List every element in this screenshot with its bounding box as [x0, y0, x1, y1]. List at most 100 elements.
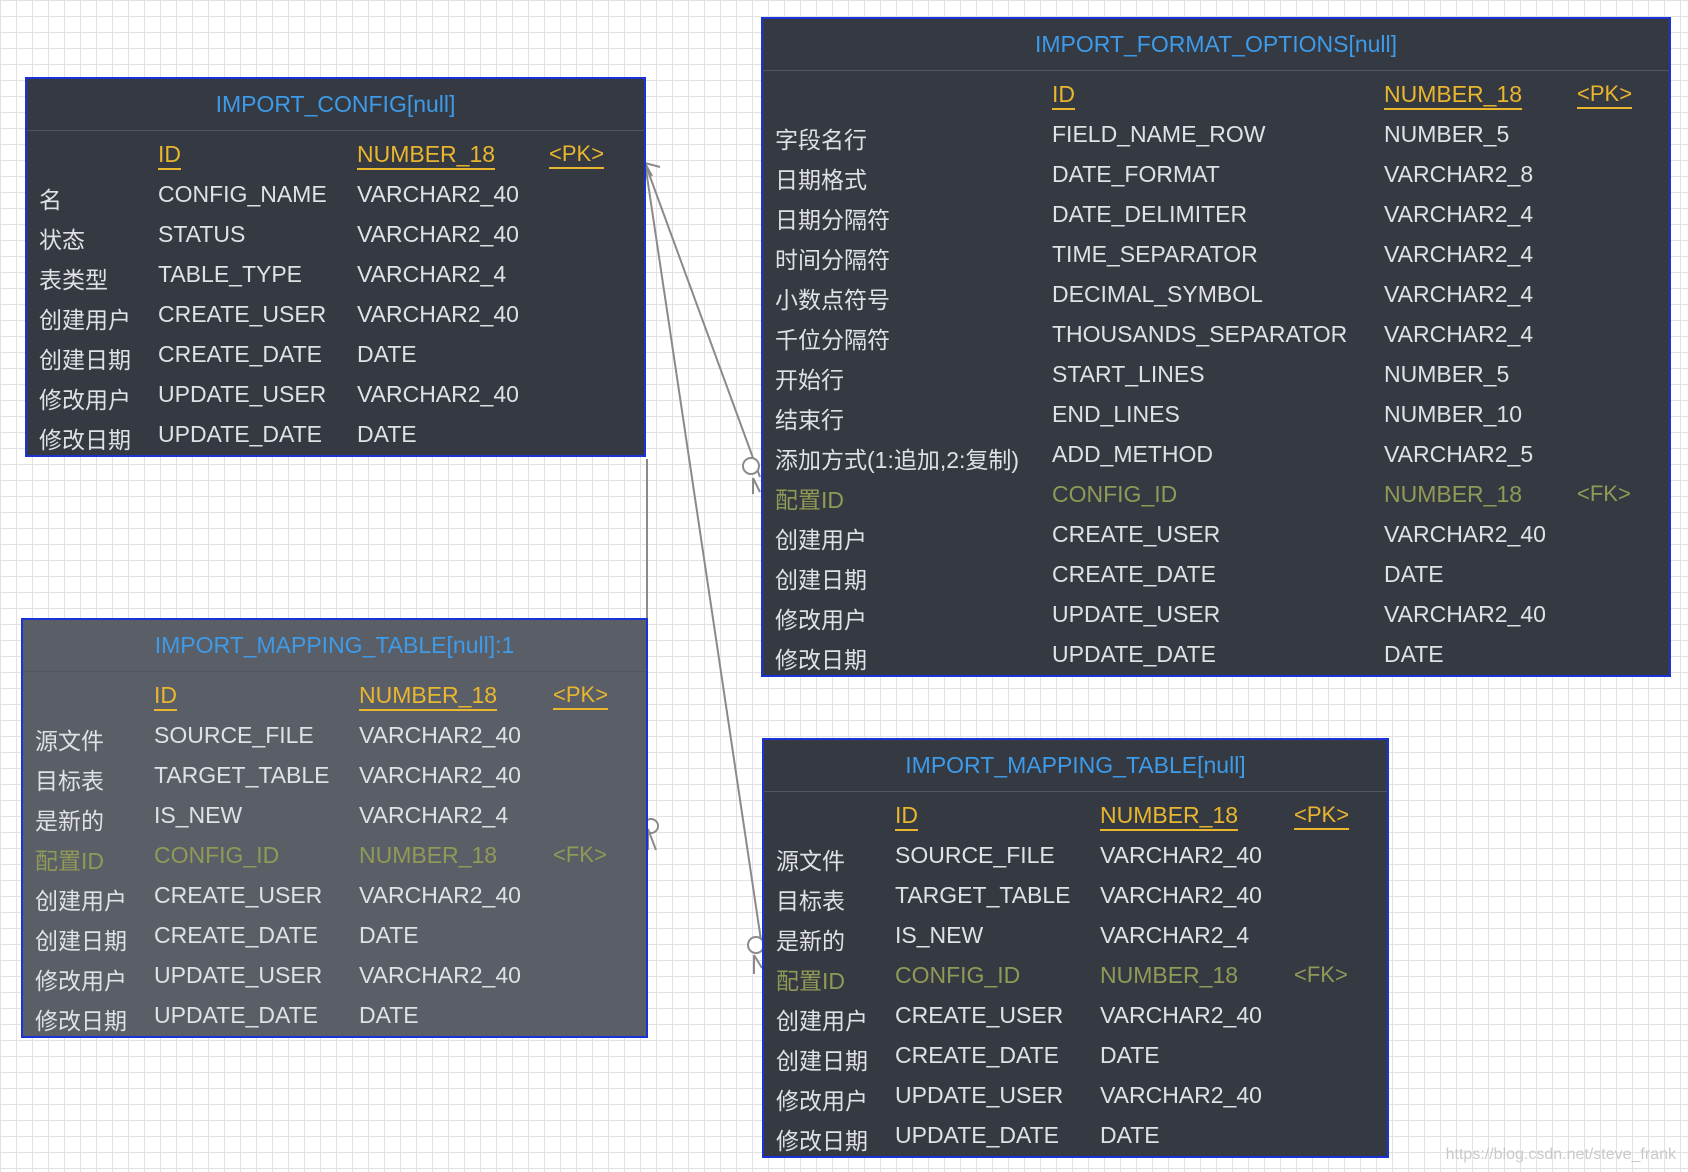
- column-row[interactable]: 修改用户 UPDATE_USER VARCHAR2_40: [23, 955, 646, 995]
- column-type: VARCHAR2_40: [359, 762, 521, 788]
- column-name: ID: [158, 141, 181, 167]
- column-name: ID: [895, 802, 918, 828]
- column-name: START_LINES: [1052, 361, 1205, 387]
- column-list: ID NUMBER_18 <PK> 源文件 SOURCE_FILE VARCHAR2_40…: [23, 672, 646, 1035]
- column-label: 字段名行: [775, 127, 867, 153]
- column-list: ID NUMBER_18 <PK> 源文件 SOURCE_FILE VARCHAR2_40…: [764, 792, 1387, 1155]
- column-row[interactable]: 日期分隔符 DATE_DELIMITER VARCHAR2_4: [763, 194, 1669, 234]
- column-type: NUMBER_18: [1100, 802, 1239, 828]
- entity-import-mapping-table[interactable]: IMPORT_MAPPING_TABLE[null] ID NUMBER_18 <PK…: [762, 738, 1389, 1158]
- column-name: UPDATE_DATE: [895, 1122, 1060, 1148]
- column-label: 修改用户: [776, 1088, 868, 1114]
- column-label: 修改日期: [35, 1008, 127, 1034]
- column-key: <PK>: [1577, 81, 1633, 106]
- column-row[interactable]: 千位分隔符 THOUSANDS_SEPARATOR VARCHAR2_4: [763, 314, 1669, 354]
- column-type: VARCHAR2_4: [1384, 321, 1534, 347]
- column-row[interactable]: 修改日期 UPDATE_DATE DATE: [27, 414, 644, 454]
- column-key: <FK>: [553, 842, 607, 867]
- column-name: CREATE_USER: [158, 301, 327, 327]
- column-row[interactable]: 表类型 TABLE_TYPE VARCHAR2_4: [27, 254, 644, 294]
- column-name: TARGET_TABLE: [895, 882, 1071, 908]
- column-label: 修改日期: [776, 1128, 868, 1154]
- column-row[interactable]: 名 CONFIG_NAME VARCHAR2_40: [27, 174, 644, 214]
- column-row[interactable]: 创建用户 CREATE_USER VARCHAR2_40: [763, 514, 1669, 554]
- column-type: VARCHAR2_4: [1100, 922, 1250, 948]
- entity-import-config[interactable]: IMPORT_CONFIG[null] ID NUMBER_18 <PK> 名 CONFI…: [25, 77, 646, 457]
- column-row[interactable]: 配置ID CONFIG_ID NUMBER_18 <FK>: [764, 955, 1387, 995]
- column-row[interactable]: 源文件 SOURCE_FILE VARCHAR2_40: [764, 835, 1387, 875]
- column-name: UPDATE_DATE: [154, 1002, 319, 1028]
- column-type: VARCHAR2_40: [357, 181, 519, 207]
- column-row[interactable]: 创建用户 CREATE_USER VARCHAR2_40: [23, 875, 646, 915]
- column-label: 创建用户: [776, 1008, 868, 1034]
- column-type: NUMBER_18: [359, 682, 498, 708]
- column-row[interactable]: 配置ID CONFIG_ID NUMBER_18 <FK>: [763, 474, 1669, 514]
- column-type: VARCHAR2_40: [1100, 1082, 1262, 1108]
- column-row[interactable]: 修改用户 UPDATE_USER VARCHAR2_40: [27, 374, 644, 414]
- column-name: CONFIG_ID: [1052, 481, 1178, 507]
- column-name: IS_NEW: [154, 802, 243, 828]
- column-row[interactable]: 创建用户 CREATE_USER VARCHAR2_40: [764, 995, 1387, 1035]
- column-row[interactable]: 是新的 IS_NEW VARCHAR2_4: [23, 795, 646, 835]
- column-type: VARCHAR2_4: [1384, 201, 1534, 227]
- column-row[interactable]: 时间分隔符 TIME_SEPARATOR VARCHAR2_4: [763, 234, 1669, 274]
- relationship-config-mapping-table[interactable]: [644, 162, 765, 974]
- column-row[interactable]: 添加方式(1:追加,2:复制) ADD_METHOD VARCHAR2_5: [763, 434, 1669, 474]
- column-row[interactable]: 修改日期 UPDATE_DATE DATE: [23, 995, 646, 1035]
- column-key: <FK>: [1294, 962, 1348, 987]
- column-row[interactable]: 开始行 START_LINES NUMBER_5: [763, 354, 1669, 394]
- column-row[interactable]: 目标表 TARGET_TABLE VARCHAR2_40: [23, 755, 646, 795]
- column-name: DATE_DELIMITER: [1052, 201, 1248, 227]
- column-row[interactable]: 目标表 TARGET_TABLE VARCHAR2_40: [764, 875, 1387, 915]
- column-row[interactable]: ID NUMBER_18 <PK>: [23, 675, 646, 715]
- column-row[interactable]: 修改日期 UPDATE_DATE DATE: [763, 634, 1669, 674]
- column-row[interactable]: 状态 STATUS VARCHAR2_40: [27, 214, 644, 254]
- column-label: 目标表: [35, 768, 104, 794]
- relationship-config-format-options[interactable]: [644, 162, 761, 494]
- column-row[interactable]: 配置ID CONFIG_ID NUMBER_18 <FK>: [23, 835, 646, 875]
- column-row[interactable]: 是新的 IS_NEW VARCHAR2_4: [764, 915, 1387, 955]
- column-row[interactable]: 修改用户 UPDATE_USER VARCHAR2_40: [763, 594, 1669, 634]
- column-name: CREATE_USER: [1052, 521, 1221, 547]
- entity-import-mapping-table-1[interactable]: IMPORT_MAPPING_TABLE[null]:1 ID NUMBER_18 <…: [21, 618, 648, 1038]
- column-label: 创建日期: [39, 347, 131, 373]
- column-row[interactable]: ID NUMBER_18 <PK>: [27, 134, 644, 174]
- column-type: NUMBER_18: [357, 141, 496, 167]
- column-label: 修改日期: [775, 647, 867, 673]
- column-row[interactable]: 结束行 END_LINES NUMBER_10: [763, 394, 1669, 434]
- column-row[interactable]: 修改日期 UPDATE_DATE DATE: [764, 1115, 1387, 1155]
- column-label: 创建日期: [776, 1048, 868, 1074]
- column-type: VARCHAR2_4: [1384, 281, 1534, 307]
- column-label: 是新的: [35, 808, 104, 834]
- column-row[interactable]: 源文件 SOURCE_FILE VARCHAR2_40: [23, 715, 646, 755]
- column-name: UPDATE_USER: [895, 1082, 1064, 1108]
- column-row[interactable]: ID NUMBER_18 <PK>: [764, 795, 1387, 835]
- column-row[interactable]: 创建日期 CREATE_DATE DATE: [763, 554, 1669, 594]
- column-row[interactable]: ID NUMBER_18 <PK>: [763, 74, 1669, 114]
- column-name: ID: [1052, 81, 1075, 107]
- column-type: DATE: [1384, 561, 1444, 587]
- column-row[interactable]: 小数点符号 DECIMAL_SYMBOL VARCHAR2_4: [763, 274, 1669, 314]
- column-type: DATE: [357, 341, 417, 367]
- column-type: NUMBER_10: [1384, 401, 1523, 427]
- column-label: 创建用户: [775, 527, 867, 553]
- column-row[interactable]: 创建日期 CREATE_DATE DATE: [764, 1035, 1387, 1075]
- column-type: VARCHAR2_40: [359, 962, 521, 988]
- column-name: CONFIG_ID: [154, 842, 280, 868]
- column-name: ID: [154, 682, 177, 708]
- column-row[interactable]: 字段名行 FIELD_NAME_ROW NUMBER_5: [763, 114, 1669, 154]
- column-row[interactable]: 日期格式 DATE_FORMAT VARCHAR2_8: [763, 154, 1669, 194]
- column-type: VARCHAR2_40: [1100, 842, 1262, 868]
- entity-import-format-options[interactable]: IMPORT_FORMAT_OPTIONS[null] ID NUMBER_18 <P…: [761, 17, 1671, 677]
- column-row[interactable]: 修改用户 UPDATE_USER VARCHAR2_40: [764, 1075, 1387, 1115]
- column-label: 配置ID: [35, 848, 104, 874]
- column-type: NUMBER_5: [1384, 361, 1510, 387]
- column-row[interactable]: 创建用户 CREATE_USER VARCHAR2_40: [27, 294, 644, 334]
- column-name: CREATE_USER: [154, 882, 323, 908]
- column-row[interactable]: 创建日期 CREATE_DATE DATE: [23, 915, 646, 955]
- column-name: TIME_SEPARATOR: [1052, 241, 1258, 267]
- column-list: ID NUMBER_18 <PK> 名 CONFIG_NAME VARCHAR2_40 状态…: [27, 131, 644, 454]
- column-name: UPDATE_USER: [1052, 601, 1221, 627]
- column-name: CREATE_DATE: [154, 922, 319, 948]
- column-row[interactable]: 创建日期 CREATE_DATE DATE: [27, 334, 644, 374]
